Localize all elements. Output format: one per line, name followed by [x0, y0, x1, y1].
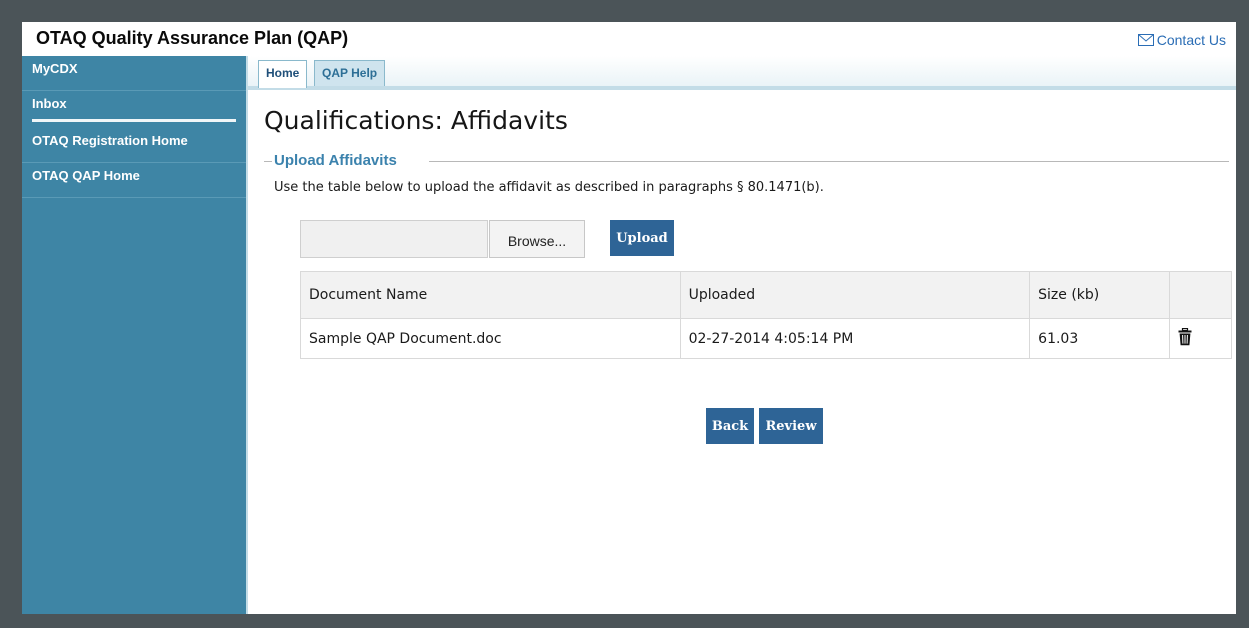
legend-rule-right	[429, 161, 1229, 162]
tab-home[interactable]: Home	[258, 60, 308, 88]
column-header-actions	[1169, 271, 1232, 319]
browse-button[interactable]: Browse...	[489, 220, 585, 258]
documents-table: Document Name Uploaded Size (kb) Sample …	[300, 271, 1232, 359]
app-header: OTAQ Quality Assurance Plan (QAP) Contac…	[22, 22, 1236, 56]
section-legend: Upload Affidavits	[274, 152, 397, 169]
page-title: Qualifications: Affidavits	[264, 106, 568, 135]
instructions-text: Use the table below to upload the affida…	[274, 180, 824, 195]
trash-icon[interactable]	[1178, 327, 1192, 350]
back-button[interactable]: Back	[706, 408, 754, 444]
sidebar-item-otaq-registration-home[interactable]: OTAQ Registration Home	[22, 128, 246, 163]
cell-uploaded: 02-27-2014 4:05:14 PM	[679, 318, 1031, 359]
app-window: OTAQ Quality Assurance Plan (QAP) Contac…	[22, 22, 1236, 614]
review-button[interactable]: Review	[759, 408, 823, 444]
app-title: OTAQ Quality Assurance Plan (QAP)	[36, 28, 349, 48]
sidebar: MyCDX Inbox OTAQ Registration Home OTAQ …	[22, 56, 246, 614]
table-header-row: Document Name Uploaded Size (kb)	[300, 271, 1232, 319]
sidebar-divider	[32, 119, 236, 122]
legend-rule-left	[264, 161, 272, 162]
cell-document-name: Sample QAP Document.doc	[300, 318, 681, 359]
main-content: Qualifications: Affidavits Upload Affida…	[248, 90, 1236, 614]
tab-qap-help[interactable]: QAP Help	[314, 60, 386, 86]
column-header-size: Size (kb)	[1029, 271, 1171, 319]
sidebar-item-mycdx[interactable]: MyCDX	[22, 56, 246, 91]
upload-affidavits-fieldset: Upload Affidavits	[264, 152, 1229, 174]
cell-actions	[1169, 318, 1232, 359]
upload-button[interactable]: Upload	[610, 220, 674, 256]
file-path-input[interactable]	[300, 220, 488, 258]
table-row: Sample QAP Document.doc 02-27-2014 4:05:…	[300, 318, 1232, 359]
contact-us-label[interactable]: Contact Us	[1157, 32, 1226, 48]
envelope-icon	[1137, 34, 1154, 46]
sidebar-item-otaq-qap-home[interactable]: OTAQ QAP Home	[22, 163, 246, 198]
column-header-document-name: Document Name	[300, 271, 681, 319]
contact-us-link[interactable]: Contact Us	[1137, 32, 1226, 48]
tab-bar: Home QAP Help	[248, 56, 1236, 90]
cell-size: 61.03	[1029, 318, 1171, 359]
column-header-uploaded: Uploaded	[679, 271, 1031, 319]
